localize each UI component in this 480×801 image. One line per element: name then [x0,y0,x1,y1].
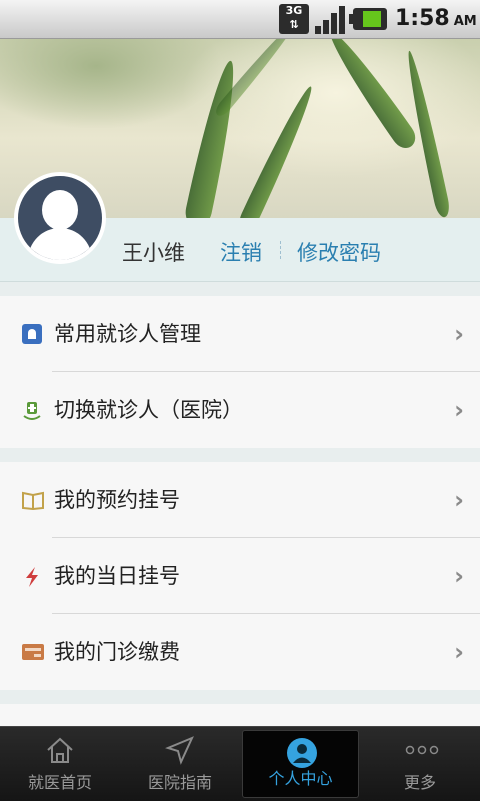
switch-hospital-icon [22,400,42,420]
logout-link[interactable]: 注销 [220,237,262,267]
tab-label: 就医首页 [27,773,92,792]
chevron-right-icon: › [454,320,464,348]
tab-label: 个人中心 [268,769,333,788]
status-bar: 3G ⇅ 1:58 AM [0,0,480,39]
chevron-right-icon: › [454,638,464,666]
network-3g-icon: 3G ⇅ [279,4,309,34]
tab-label: 医院指南 [147,773,212,792]
menu-item-label: 我的当日挂号 [54,564,180,588]
menu-item-label: 切换就诊人（医院） [54,398,243,422]
bottom-tab-bar: 就医首页 医院指南 个人中心 更多 [0,726,480,801]
tab-hospital-guide[interactable]: 医院指南 [120,727,240,801]
menu-item-label: 我的门诊缴费 [54,640,180,664]
menu-item-same-day-registration[interactable]: 我的当日挂号 › [0,538,480,614]
more-dots-icon [405,735,439,765]
user-icon [286,737,317,768]
menu-item-label: 我的预约挂号 [54,488,180,512]
menu-item-manage-patients[interactable]: 常用就诊人管理 › [0,296,480,372]
contacts-icon [22,324,42,344]
signal-strength-icon [315,4,347,34]
chevron-right-icon: › [454,396,464,424]
book-icon [22,490,44,511]
divider [280,241,282,259]
lightning-icon [22,566,42,587]
card-icon [22,642,44,662]
navigation-arrow-icon [165,735,195,765]
tab-label: 更多 [403,773,436,792]
chevron-right-icon: › [454,486,464,514]
home-icon [45,735,75,765]
menu-group-partial [0,704,480,726]
tab-more[interactable]: 更多 [360,727,480,801]
chevron-right-icon: › [454,562,464,590]
tab-personal-center[interactable]: 个人中心 [242,730,359,798]
change-password-link[interactable]: 修改密码 [297,237,381,267]
battery-charging-icon [349,8,387,30]
menu-group-appointments: 我的预约挂号 › 我的当日挂号 › 我的门诊缴费 › [0,462,480,690]
menu-item-my-appointments[interactable]: 我的预约挂号 › [0,462,480,538]
menu-item-label: 常用就诊人管理 [54,322,201,346]
avatar[interactable] [14,172,106,264]
menu-item-outpatient-payment[interactable]: 我的门诊缴费 › [0,614,480,690]
username: 王小维 [122,241,185,265]
menu-group-patients: 常用就诊人管理 › 切换就诊人（医院） › [0,296,480,448]
clock: 1:58 AM [395,6,477,31]
menu-item-switch-patient[interactable]: 切换就诊人（医院） › [0,372,480,448]
tab-home[interactable]: 就医首页 [0,727,120,801]
